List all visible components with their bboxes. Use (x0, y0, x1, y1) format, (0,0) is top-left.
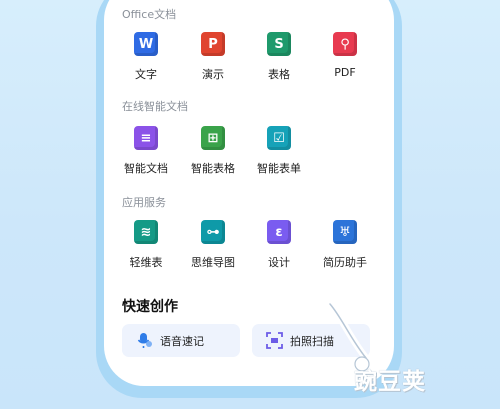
tile-label: 简历助手 (323, 256, 367, 269)
tile-mind-map[interactable]: ⊶ 思维导图 (178, 220, 248, 280)
quick-create-title: 快速创作 (122, 299, 178, 315)
mind-map-icon: ⊶ (201, 220, 225, 244)
tile-label: 智能表单 (257, 162, 301, 175)
tile-design[interactable]: ε 设计 (244, 220, 314, 280)
tile-label: 演示 (202, 68, 224, 81)
presentation-icon: P (201, 32, 225, 56)
tile-label: 智能表格 (191, 162, 235, 175)
tile-word[interactable]: W 文字 (111, 32, 181, 92)
tile-light-table[interactable]: ≋ 轻维表 (111, 220, 181, 280)
tile-smart-sheet[interactable]: ⊞ 智能表格 (178, 126, 248, 186)
smart-sheet-icon: ⊞ (201, 126, 225, 150)
watermark-text: 豌豆荚 (354, 369, 426, 395)
section-title-services: 应用服务 (122, 196, 166, 209)
section-title-office: Office文档 (122, 8, 177, 21)
office-row: W 文字 P 演示 S 表格 ⚲ PDF (104, 32, 394, 92)
smart-form-icon: ☑ (267, 126, 291, 150)
pdf-icon: ⚲ (333, 32, 357, 56)
spreadsheet-icon: S (267, 32, 291, 56)
tile-presentation[interactable]: P 演示 (178, 32, 248, 92)
tile-label: PDF (334, 66, 356, 79)
tile-resume[interactable]: ♅ 简历助手 (310, 220, 380, 280)
voice-note-label: 语音速记 (160, 335, 204, 348)
tile-smart-doc[interactable]: ≡ 智能文档 (111, 126, 181, 186)
tile-label: 设计 (268, 256, 290, 269)
design-icon: ε (267, 220, 291, 244)
resume-icon: ♅ (333, 220, 357, 244)
tile-label: 智能文档 (124, 162, 168, 175)
tile-label: 表格 (268, 68, 290, 81)
tile-spreadsheet[interactable]: S 表格 (244, 32, 314, 92)
microphone-icon (137, 333, 152, 348)
tile-smart-form[interactable]: ☑ 智能表单 (244, 126, 314, 186)
smart-doc-icon: ≡ (134, 126, 158, 150)
tile-label: 文字 (135, 68, 157, 81)
tile-label: 轻维表 (129, 256, 163, 269)
scan-icon (266, 332, 283, 349)
online-row: ≡ 智能文档 ⊞ 智能表格 ☑ 智能表单 (104, 126, 394, 186)
light-table-icon: ≋ (134, 220, 158, 244)
services-row: ≋ 轻维表 ⊶ 思维导图 ε 设计 ♅ 简历助手 (104, 220, 394, 280)
tile-pdf[interactable]: ⚲ PDF (310, 32, 380, 92)
watermark: 豌豆荚 (318, 296, 498, 406)
voice-note-button[interactable]: 语音速记 (122, 324, 240, 357)
word-doc-icon: W (134, 32, 158, 56)
section-title-online: 在线智能文档 (122, 100, 188, 113)
tile-label: 思维导图 (191, 256, 235, 269)
